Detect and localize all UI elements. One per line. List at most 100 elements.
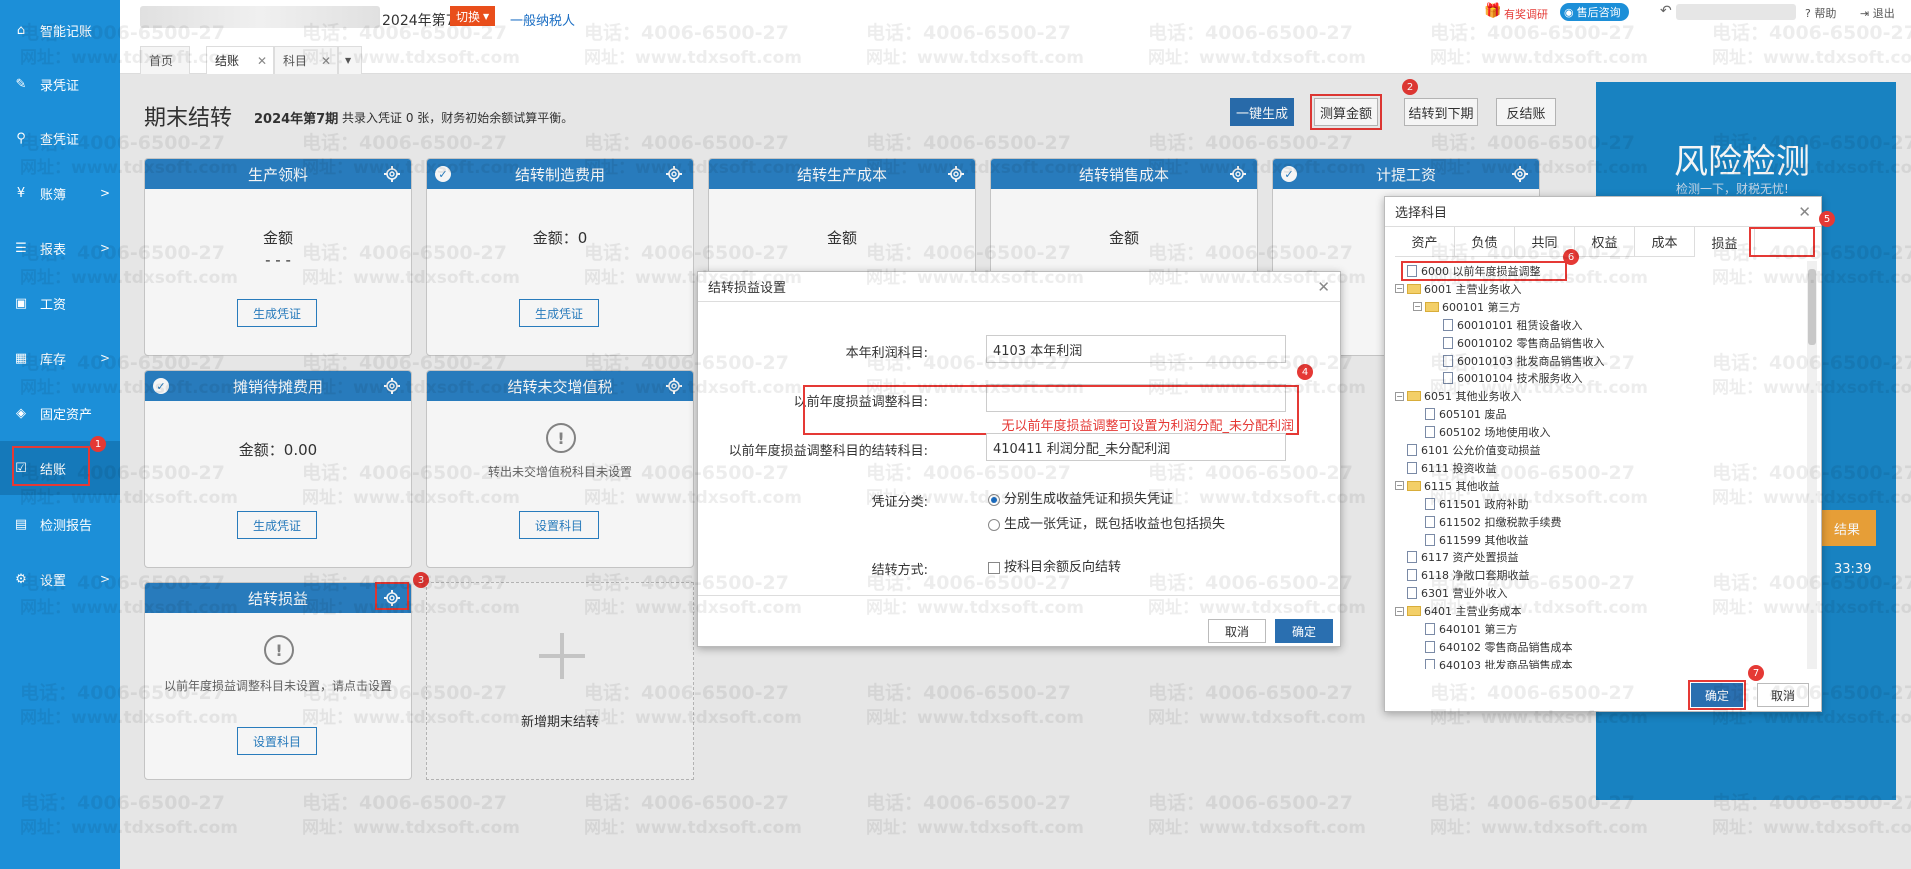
- close-icon[interactable]: ✕: [321, 54, 331, 68]
- reverse-by-balance-checkbox[interactable]: 按科目余额反向结转: [988, 556, 1121, 575]
- voucher-option-label: 生成一张凭证，既包括收益也包括损失: [1004, 517, 1226, 532]
- radio-selected-icon: [988, 493, 1000, 506]
- sidebar-item-2[interactable]: ⚲ 查凭证: [0, 111, 120, 165]
- subject-tree: 6000 以前年度损益调整 −6001 主营业务收入 −600101 第三方 6001…: [1385, 257, 1805, 669]
- sidebar-item-4[interactable]: ☰ 报表 >: [0, 221, 120, 275]
- tree-item[interactable]: 640101 第三方: [1413, 620, 1518, 638]
- tree-item-label: 60010102 零售商品销售收入: [1457, 336, 1605, 350]
- checkbox-icon: [988, 561, 1000, 574]
- prior-year-target-field[interactable]: 410411 利润分配_未分配利润: [986, 433, 1286, 461]
- sidebar-item-7[interactable]: ◈ 固定资产: [0, 386, 120, 440]
- document-icon: [1407, 444, 1417, 456]
- scrollbar[interactable]: [1807, 261, 1817, 669]
- tab-bar: 首页 结账 ✕ 科目 ✕ ▼: [120, 38, 1911, 74]
- search-icon: ⚲: [16, 130, 26, 146]
- tab-label: 首页: [149, 54, 174, 68]
- profit-field[interactable]: 4103 本年利润: [986, 335, 1286, 363]
- collapse-toggle-icon[interactable]: −: [1413, 302, 1422, 312]
- refresh-icon[interactable]: ↶: [1660, 3, 1672, 19]
- yen-icon: ¥: [16, 185, 26, 201]
- tree-item[interactable]: 6301 营业外收入: [1395, 584, 1508, 602]
- tree-item[interactable]: 6111 投资收益: [1395, 459, 1497, 477]
- tree-item[interactable]: 605101 废品: [1413, 405, 1507, 423]
- document-icon: [1425, 497, 1435, 510]
- picker-tab[interactable]: 负债: [1455, 227, 1515, 257]
- taxpayer-type-link[interactable]: 一般纳税人: [510, 10, 575, 29]
- sidebar-item-5[interactable]: ▣ 工资: [0, 276, 120, 330]
- tree-item-label: 600101 第三方: [1442, 300, 1521, 314]
- step-marker: 5: [1819, 211, 1835, 227]
- tree-item-label: 60010103 批发商品销售收入: [1457, 354, 1605, 368]
- tree-item[interactable]: 60010102 零售商品销售收入: [1431, 334, 1604, 352]
- tree-item-label: 6118 净敞口套期收益: [1421, 569, 1530, 583]
- help-link[interactable]: ? 帮助: [1805, 5, 1836, 21]
- tree-item[interactable]: 640103 批发商品销售成本: [1413, 656, 1573, 669]
- sidebar-item-label: 账簿: [40, 187, 67, 203]
- sidebar-item-9[interactable]: ▤ 检测报告: [0, 497, 120, 551]
- tree-item[interactable]: 611599 其他收益: [1413, 531, 1529, 549]
- picker-tab[interactable]: 资产: [1395, 227, 1455, 257]
- tree-item[interactable]: 640102 零售商品销售成本: [1413, 638, 1573, 656]
- confirm-button[interactable]: 确定: [1275, 619, 1333, 643]
- picker-tab[interactable]: 权益: [1575, 227, 1635, 257]
- survey-link[interactable]: 有奖调研: [1504, 6, 1548, 22]
- tree-item-label: 611502 扣缴税款手续费: [1439, 515, 1562, 529]
- tree-item[interactable]: 605102 场地使用收入: [1413, 423, 1551, 441]
- tab-menu-button[interactable]: ▼: [338, 46, 362, 74]
- tab-subjects[interactable]: 科目 ✕: [274, 46, 338, 74]
- tree-item[interactable]: − 600101 第三方: [1413, 298, 1521, 316]
- collapse-toggle-icon[interactable]: −: [1395, 284, 1404, 294]
- picker-tab[interactable]: 损益: [1695, 227, 1755, 257]
- tab-closing[interactable]: 结账 ✕: [206, 46, 274, 74]
- chevron-right-icon: >: [99, 351, 110, 365]
- sidebar-item-1[interactable]: ✎ 录凭证: [0, 57, 120, 111]
- picker-title: 选择科目 ✕: [1385, 197, 1821, 227]
- tree-item-label: 640103 批发商品销售成本: [1439, 658, 1573, 669]
- voucher-option-single[interactable]: 生成一张凭证，既包括收益也包括损失: [988, 513, 1225, 532]
- tree-item[interactable]: − 6401 主营业务成本: [1395, 602, 1522, 620]
- tree-item-label: 6117 资产处置损益: [1421, 551, 1519, 565]
- picker-tab[interactable]: 成本: [1635, 227, 1695, 257]
- collapse-toggle-icon[interactable]: −: [1395, 606, 1404, 616]
- document-icon: [1425, 658, 1435, 669]
- tree-item[interactable]: 60010101 租赁设备收入: [1431, 316, 1583, 334]
- sidebar-item-label: 报表: [40, 242, 67, 258]
- collapse-toggle-icon[interactable]: −: [1395, 391, 1404, 401]
- tree-item[interactable]: 611502 扣缴税款手续费: [1413, 513, 1562, 531]
- tree-item[interactable]: 6118 净敞口套期收益: [1395, 566, 1530, 584]
- switch-button[interactable]: 切换 ▼: [450, 6, 496, 26]
- cancel-button[interactable]: 取消: [1208, 619, 1266, 643]
- close-icon[interactable]: ✕: [257, 54, 267, 68]
- close-icon[interactable]: ✕: [1798, 203, 1811, 221]
- voucher-option-separate[interactable]: 分别生成收益凭证和损失凭证: [988, 488, 1173, 507]
- highlight-box: [12, 446, 90, 486]
- close-icon[interactable]: ✕: [1317, 278, 1330, 296]
- collapse-toggle-icon[interactable]: −: [1395, 481, 1404, 491]
- tab-home[interactable]: 首页: [140, 46, 190, 74]
- tree-item[interactable]: − 6115 其他收益: [1395, 477, 1500, 495]
- sidebar-item-0[interactable]: ⌂ 智能记账: [0, 3, 120, 57]
- tree-item-label: 60010104 技术服务收入: [1457, 372, 1583, 386]
- scrollbar-thumb[interactable]: [1808, 269, 1816, 345]
- tree-item[interactable]: − 6001 主营业务收入: [1395, 280, 1522, 298]
- tree-item[interactable]: 60010104 技术服务收入: [1431, 369, 1583, 387]
- tree-item[interactable]: 60010103 批发商品销售收入: [1431, 352, 1604, 370]
- picker-cancel-button[interactable]: 取消: [1757, 683, 1809, 707]
- tree-item-label: 640102 零售商品销售成本: [1439, 640, 1573, 654]
- sidebar-item-3[interactable]: ¥ 账簿 >: [0, 166, 120, 220]
- step-marker: 4: [1297, 364, 1313, 380]
- top-bar: 2024年第7期 切换 ▼ 一般纳税人 🎁 有奖调研 ◉ 售后咨询 ↶ ? 帮助 ⇥…: [120, 0, 1911, 38]
- chevron-right-icon: >: [99, 572, 110, 586]
- tree-item-label: 60010101 租赁设备收入: [1457, 318, 1583, 332]
- tree-item[interactable]: − 6051 其他业务收入: [1395, 387, 1522, 405]
- method-option-label: 按科目余额反向结转: [1004, 560, 1122, 575]
- tree-item[interactable]: 6117 资产处置损益: [1395, 548, 1519, 566]
- support-button[interactable]: ◉ 售后咨询: [1560, 3, 1629, 21]
- logout-link[interactable]: ⇥ 退出: [1860, 5, 1895, 21]
- tree-item[interactable]: 611501 政府补助: [1413, 495, 1529, 513]
- sidebar-item-label: 工资: [40, 297, 67, 313]
- sidebar-item-6[interactable]: ▦ 库存 >: [0, 331, 120, 385]
- tree-item[interactable]: 6101 公允价值变动损益: [1395, 441, 1541, 459]
- sidebar-item-10[interactable]: ⚙ 设置 >: [0, 552, 120, 606]
- profit-loss-settings-dialog: 结转损益设置 ✕ 本年利润科目: 4103 本年利润 以前年度损益调整科目: 无以…: [697, 271, 1341, 647]
